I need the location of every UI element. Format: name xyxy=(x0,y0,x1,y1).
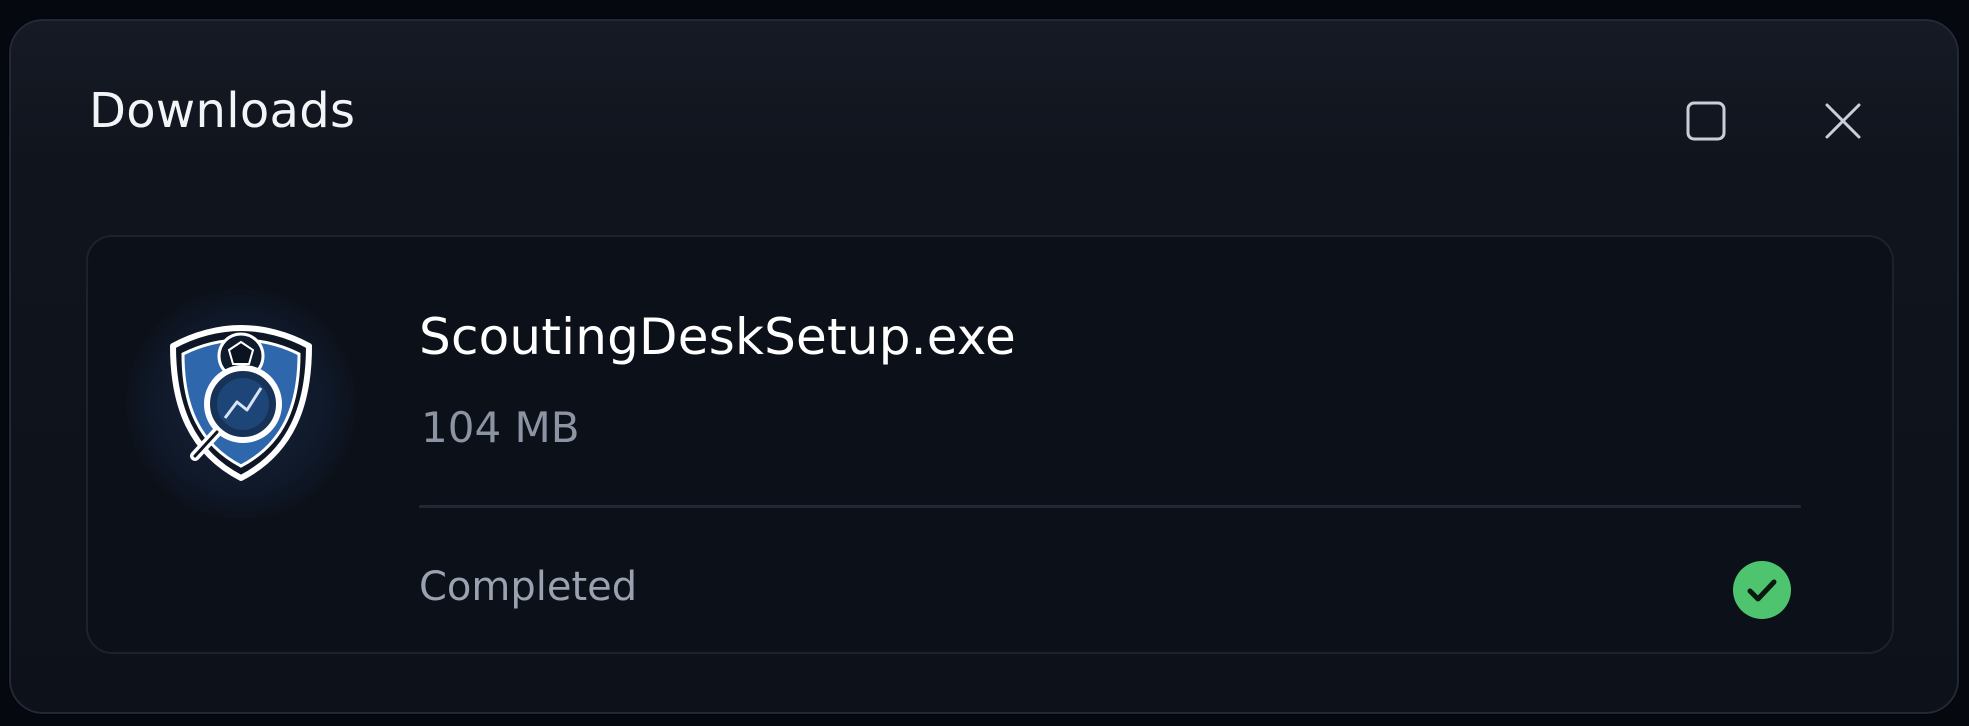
progress-divider xyxy=(419,505,1801,508)
download-item[interactable]: ScoutingDeskSetup.exe 104 MB Completed xyxy=(86,235,1894,654)
downloads-panel: Downloads ScoutingDeskSetup.exe 104 MB C… xyxy=(9,19,1959,714)
file-name: ScoutingDeskSetup.exe xyxy=(419,308,1017,366)
status-text: Completed xyxy=(419,564,638,610)
shield-magnifier-logo xyxy=(170,325,312,481)
check-circle-icon xyxy=(1733,561,1791,619)
maximize-button[interactable] xyxy=(1673,89,1737,153)
close-button[interactable] xyxy=(1811,89,1875,153)
square-icon xyxy=(1686,101,1726,141)
panel-title: Downloads xyxy=(89,83,356,139)
close-x-icon xyxy=(1825,103,1861,139)
screen: Downloads ScoutingDeskSetup.exe 104 MB C… xyxy=(0,0,1969,726)
file-size: 104 MB xyxy=(421,403,580,452)
app-icon xyxy=(126,289,356,519)
